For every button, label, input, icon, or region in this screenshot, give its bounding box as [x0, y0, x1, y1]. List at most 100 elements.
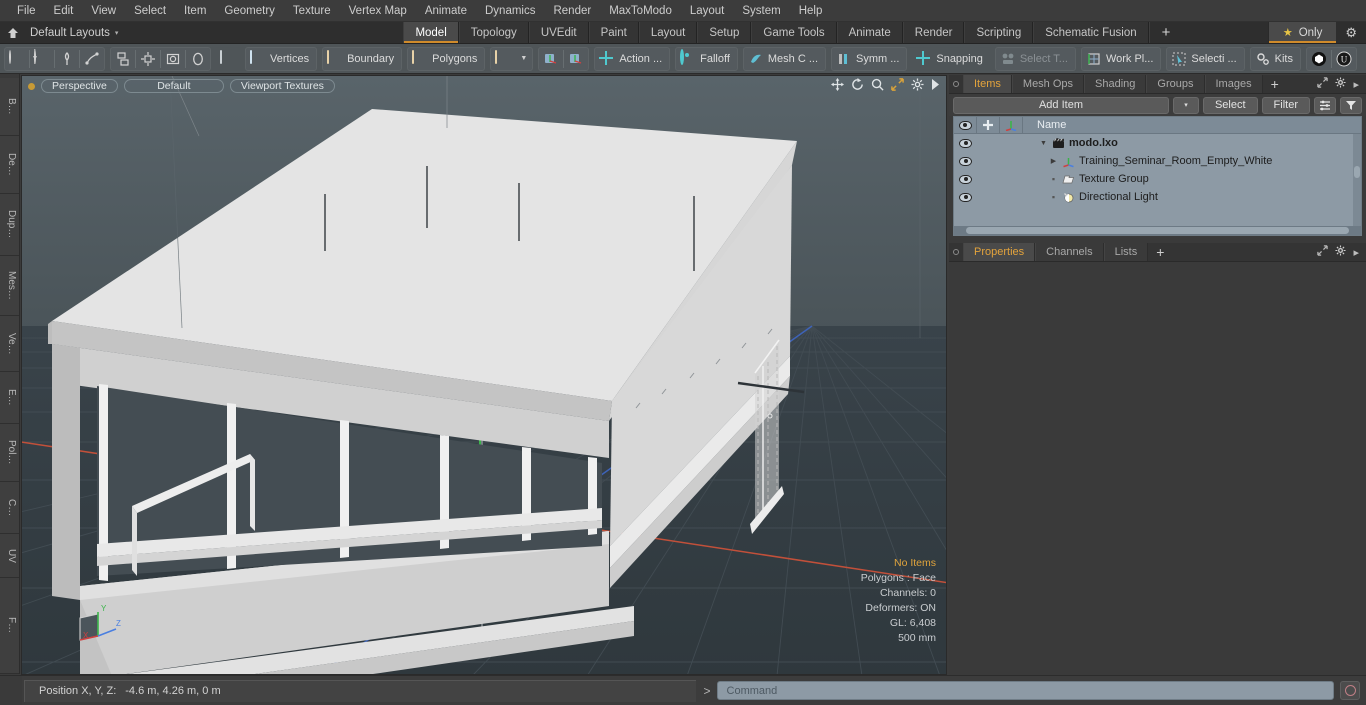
- menu-item-layout[interactable]: Layout: [681, 3, 734, 19]
- kits-button[interactable]: Kits: [1251, 48, 1300, 70]
- layout-tab-render[interactable]: Render: [902, 22, 965, 43]
- stack-tool-button[interactable]: [111, 48, 135, 70]
- maximize-icon[interactable]: [1317, 77, 1329, 91]
- command-input[interactable]: Command: [716, 681, 1334, 700]
- pen-tool-button[interactable]: [55, 48, 79, 70]
- table-row[interactable]: ▪ Texture Group: [954, 170, 1361, 188]
- menu-item-texture[interactable]: Texture: [284, 3, 340, 19]
- funnel-icon[interactable]: [1340, 96, 1362, 114]
- maximize-icon[interactable]: [1317, 245, 1329, 259]
- menu-item-render[interactable]: Render: [544, 3, 600, 19]
- left-tab-edge[interactable]: E…: [0, 372, 19, 424]
- gear-icon[interactable]: [1335, 77, 1347, 91]
- vertices-mode-button[interactable]: Vertices: [246, 48, 316, 70]
- layout-tab-setup[interactable]: Setup: [697, 22, 752, 43]
- tab-lists[interactable]: Lists: [1103, 243, 1149, 261]
- row-visibility-toggle[interactable]: [954, 188, 977, 206]
- tab-groups[interactable]: Groups: [1146, 75, 1205, 93]
- viewport-shading-dropdown[interactable]: Default: [123, 79, 224, 93]
- selection-sets-button[interactable]: Selecti ...: [1167, 48, 1243, 70]
- unreal-export-button[interactable]: U: [1332, 48, 1356, 70]
- table-row[interactable]: ▪ Directional Light: [954, 188, 1361, 206]
- filter-button[interactable]: Filter: [1261, 96, 1310, 114]
- layout-tab-topology[interactable]: Topology: [458, 22, 529, 43]
- panel-menu-icon[interactable]: [949, 243, 963, 261]
- left-tab-duplicate[interactable]: Dup…: [0, 194, 19, 256]
- chevron-down-icon[interactable]: ▼: [515, 55, 532, 62]
- center-tool-button[interactable]: [136, 48, 160, 70]
- falloff-button[interactable]: Falloff: [676, 48, 737, 70]
- row-name-cell[interactable]: ▪ Directional Light: [1023, 188, 1361, 206]
- tab-mesh-ops[interactable]: Mesh Ops: [1011, 75, 1085, 93]
- column-lock[interactable]: [977, 117, 1000, 133]
- item-tree[interactable]: Name ▼ modo.lxo ▶ Training_Seminar_Room_…: [953, 116, 1362, 236]
- menu-item-system[interactable]: System: [733, 3, 789, 19]
- tab-images[interactable]: Images: [1204, 75, 1263, 93]
- symmetry-button[interactable]: Symm ...: [832, 48, 906, 70]
- chevron-right-icon[interactable]: ▸: [1353, 78, 1359, 91]
- layout-tab-schematic-fusion[interactable]: Schematic Fusion: [1033, 22, 1149, 43]
- left-tab-vertex[interactable]: Ve…: [0, 316, 19, 372]
- item-tree-horizontal-scrollbar[interactable]: [954, 226, 1361, 235]
- layout-tab-scripting[interactable]: Scripting: [964, 22, 1034, 43]
- home-icon[interactable]: [0, 22, 26, 43]
- row-axis-cell[interactable]: [1000, 152, 1023, 170]
- row-lock-cell[interactable]: [977, 188, 1000, 206]
- axis-gizmo[interactable]: Y X Z: [72, 602, 128, 652]
- left-tab-polygon[interactable]: Pol…: [0, 424, 19, 482]
- viewport-3d[interactable]: Perspective Default Viewport Textures No…: [21, 75, 947, 675]
- table-row[interactable]: ▼ modo.lxo: [954, 134, 1361, 152]
- play-icon[interactable]: [931, 79, 940, 92]
- sphere-tool-button[interactable]: [30, 48, 54, 70]
- boundary-mode-button[interactable]: Boundary: [323, 48, 401, 70]
- menu-item-edit[interactable]: Edit: [45, 3, 83, 19]
- row-lock-cell[interactable]: [977, 134, 1000, 152]
- column-axis[interactable]: [1000, 117, 1023, 133]
- viewport-display-dropdown[interactable]: Viewport Textures: [229, 79, 335, 93]
- row-visibility-toggle[interactable]: [954, 170, 977, 188]
- bound-tool-button[interactable]: [161, 48, 185, 70]
- menu-item-maxtomodo[interactable]: MaxToModo: [600, 3, 681, 19]
- left-tab-basic[interactable]: B…: [0, 78, 19, 136]
- only-toggle-button[interactable]: ★ Only: [1267, 22, 1337, 43]
- panel-menu-icon[interactable]: [949, 75, 963, 93]
- rotate-icon[interactable]: [851, 78, 864, 93]
- chevron-down-icon[interactable]: ▼: [1039, 140, 1048, 147]
- row-axis-cell[interactable]: [1000, 188, 1023, 206]
- row-name-cell[interactable]: ▪ Texture Group: [1023, 170, 1361, 188]
- row-visibility-toggle[interactable]: [954, 134, 977, 152]
- row-lock-cell[interactable]: [977, 152, 1000, 170]
- layout-tab-paint[interactable]: Paint: [588, 22, 639, 43]
- polygons-mode-button[interactable]: Polygons: [408, 48, 484, 70]
- select-through-button[interactable]: Select T...: [996, 48, 1075, 70]
- left-tab-mesh-edit[interactable]: Mes…: [0, 256, 19, 316]
- ellipse-tool-button[interactable]: [186, 48, 210, 70]
- chevron-right-icon[interactable]: ▶: [1049, 157, 1058, 165]
- chevron-right-icon[interactable]: ▸: [1353, 246, 1359, 259]
- gear-icon[interactable]: ⚙: [1336, 22, 1366, 43]
- layout-tab-game-tools[interactable]: Game Tools: [751, 22, 837, 43]
- cube-export-button[interactable]: [1307, 48, 1331, 70]
- item-tree-vertical-scrollbar[interactable]: [1353, 134, 1361, 226]
- left-tab-uv[interactable]: UV: [0, 534, 19, 578]
- menu-item-dynamics[interactable]: Dynamics: [476, 3, 544, 19]
- tab-channels[interactable]: Channels: [1035, 243, 1104, 261]
- row-name-cell[interactable]: ▼ modo.lxo: [1023, 134, 1361, 152]
- action-center-button[interactable]: Action ...: [595, 48, 669, 70]
- menu-item-item[interactable]: Item: [175, 3, 215, 19]
- pan-icon[interactable]: [831, 78, 844, 93]
- left-tab-deform[interactable]: De…: [0, 136, 19, 194]
- menu-item-vertex-map[interactable]: Vertex Map: [340, 3, 416, 19]
- circle-tool-button[interactable]: [5, 48, 29, 70]
- add-item-button[interactable]: Add Item: [953, 96, 1169, 114]
- menu-item-view[interactable]: View: [82, 3, 125, 19]
- layout-tab-model[interactable]: Model: [403, 22, 459, 43]
- list-options-icon[interactable]: [1314, 96, 1336, 114]
- row-name-cell[interactable]: ▶ Training_Seminar_Room_Empty_White: [1023, 152, 1361, 170]
- row-axis-cell[interactable]: [1000, 170, 1023, 188]
- tab-items[interactable]: Items: [963, 75, 1012, 93]
- item-mode-button[interactable]: [491, 48, 515, 70]
- curve-tool-button[interactable]: [80, 48, 104, 70]
- tab-properties[interactable]: Properties: [963, 243, 1036, 261]
- left-tab-curve[interactable]: C…: [0, 482, 19, 534]
